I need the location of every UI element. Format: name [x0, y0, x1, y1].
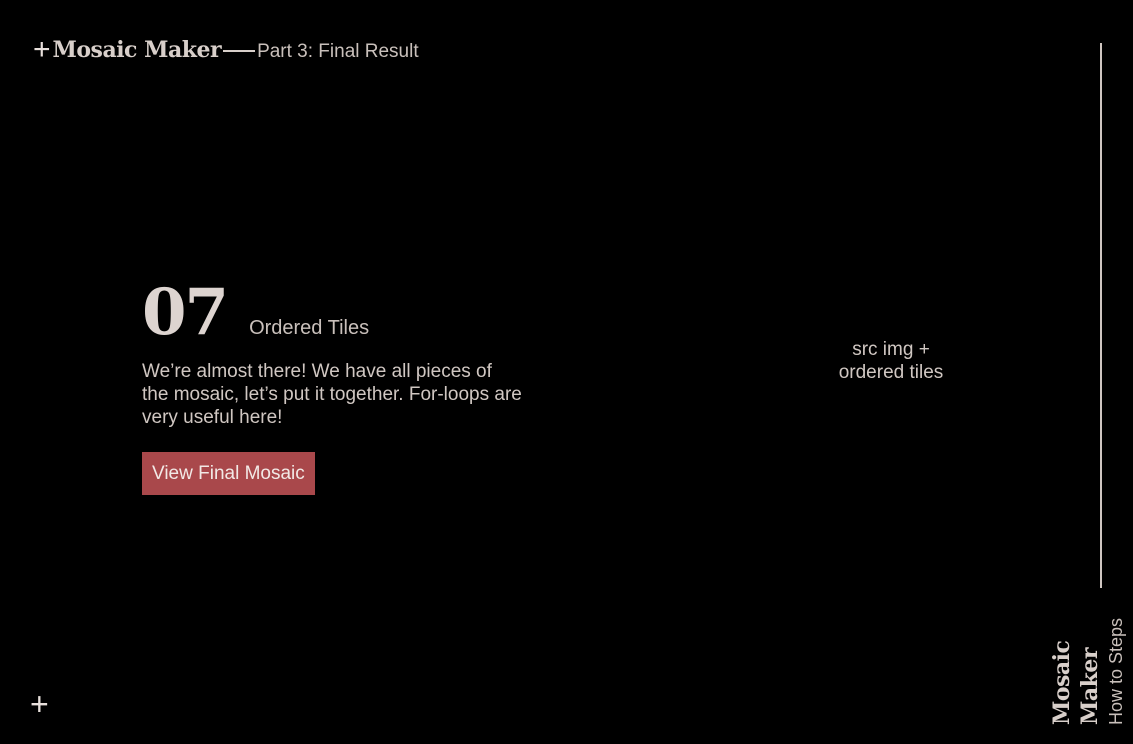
side-divider-line	[1100, 43, 1102, 588]
step-section: 07 Ordered Tiles We’re almost there! We …	[142, 280, 522, 495]
side-brand-block: Mosaic Maker How to Steps	[1049, 565, 1126, 725]
side-brand: Mosaic Maker	[1049, 640, 1103, 725]
view-final-mosaic-button[interactable]: View Final Mosaic	[142, 452, 315, 495]
image-preview-placeholder: src img + ordered tiles	[790, 338, 992, 384]
step-number: 07	[142, 275, 229, 350]
preview-caption-line-2: ordered tiles	[838, 362, 944, 383]
preview-caption-line-1: src img +	[852, 339, 930, 360]
header-divider	[223, 50, 256, 52]
step-title: Ordered Tiles	[249, 317, 370, 339]
side-subtitle: How to Steps	[1106, 617, 1126, 725]
brand-logo[interactable]: Mosaic Maker	[53, 37, 222, 63]
plus-icon[interactable]: +	[30, 688, 49, 720]
header: + Mosaic Maker Part 3: Final Result	[33, 33, 419, 67]
page-subtitle: Part 3: Final Result	[257, 41, 419, 62]
plus-icon[interactable]: +	[33, 35, 51, 65]
step-heading: 07 Ordered Tiles	[142, 280, 522, 346]
step-description: We’re almost there! We have all pieces o…	[142, 361, 522, 428]
